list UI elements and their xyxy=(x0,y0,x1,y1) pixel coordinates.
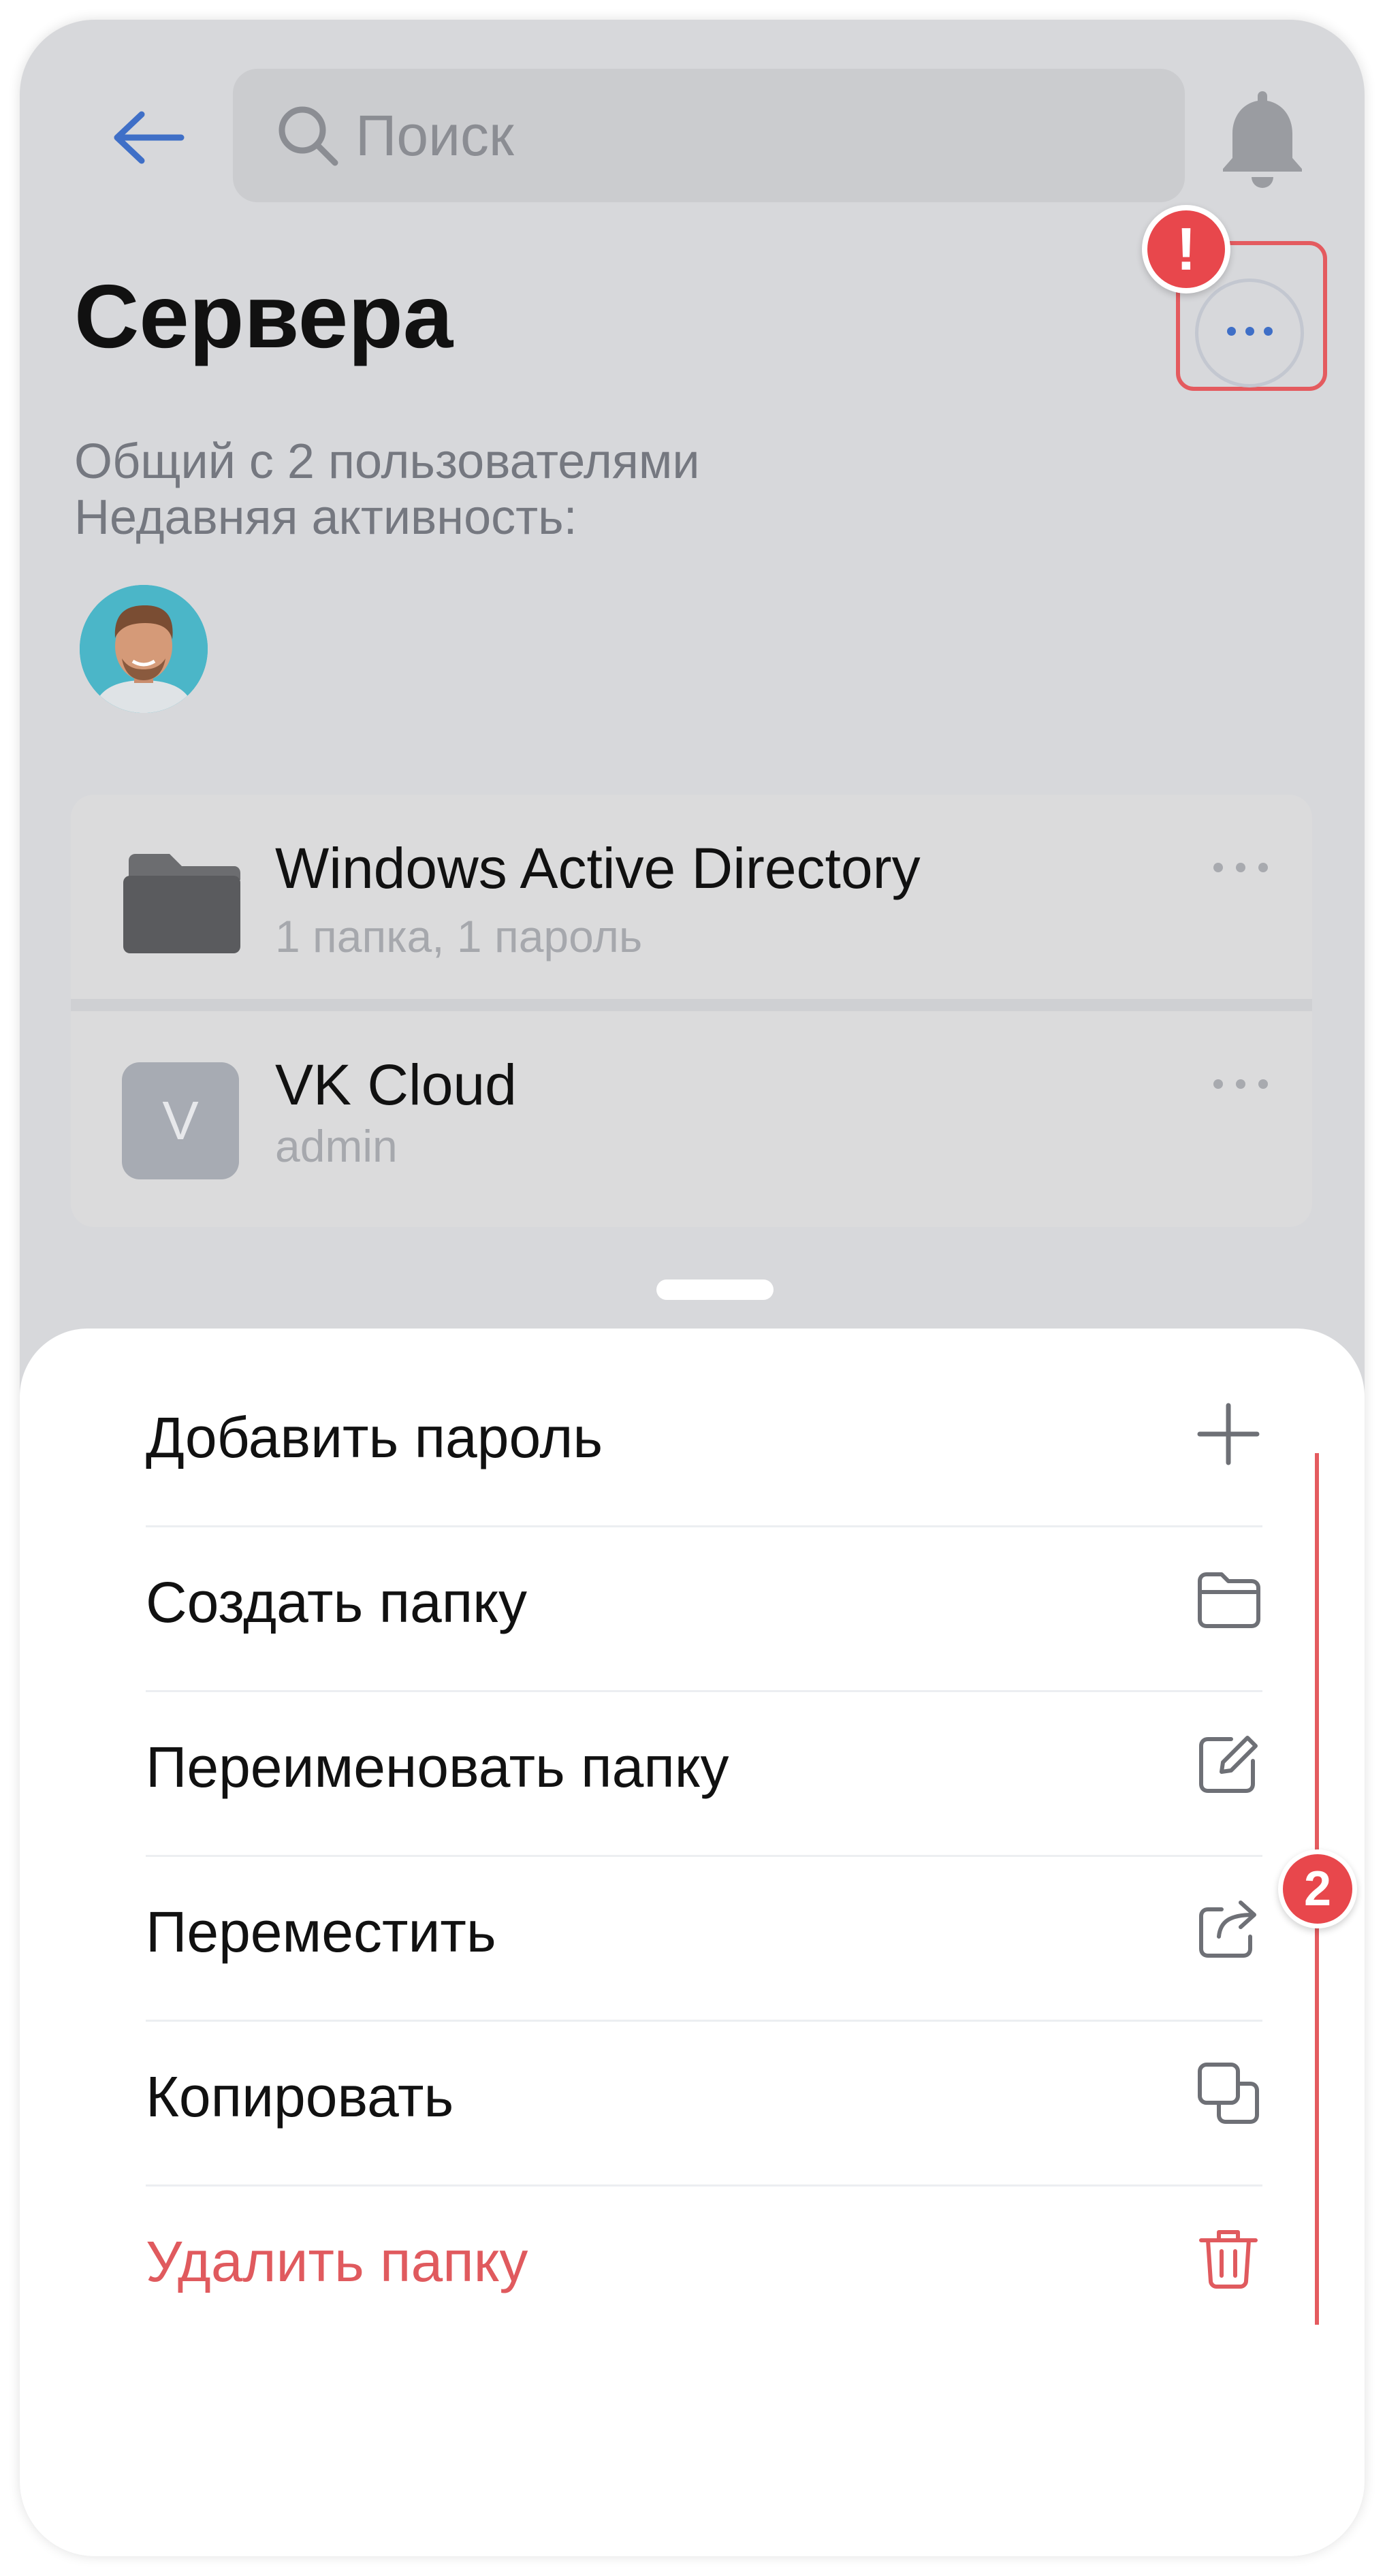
menu-item-delete-folder[interactable]: Удалить папку xyxy=(146,2187,1262,2351)
back-button[interactable] xyxy=(84,86,214,189)
item-more-icon[interactable] xyxy=(1213,1079,1268,1093)
page-title: Сервера xyxy=(74,266,453,366)
search-placeholder: Поиск xyxy=(355,103,514,168)
menu-item-add-password[interactable]: Добавить пароль xyxy=(146,1363,1262,1527)
vk-cloud-tile-icon: V xyxy=(122,1062,239,1179)
items-list: Windows Active Directory 1 папка, 1 паро… xyxy=(71,795,1312,1227)
folder-icon xyxy=(123,854,240,953)
item-more-icon[interactable] xyxy=(1213,863,1268,876)
search-icon xyxy=(278,106,338,166)
search-input[interactable]: Поиск xyxy=(233,69,1185,202)
menu-item-label: Создать папку xyxy=(146,1570,527,1634)
divider xyxy=(71,999,1312,1011)
user-photo-icon xyxy=(80,585,208,713)
share-icon xyxy=(1199,1901,1256,1958)
item-subtitle: 1 папка, 1 пароль xyxy=(275,911,643,961)
menu-item-label: Удалить папку xyxy=(146,2229,528,2293)
action-sheet: Добавить пароль Создать папку Переименов… xyxy=(20,1329,1365,2556)
shared-with-text: Общий с 2 пользователями xyxy=(74,434,700,489)
menu-item-copy[interactable]: Копировать xyxy=(146,2022,1262,2187)
menu-item-create-folder[interactable]: Создать папку xyxy=(146,1527,1262,1692)
menu-item-move[interactable]: Переместить xyxy=(146,1857,1262,2022)
menu-item-label: Добавить пароль xyxy=(146,1405,603,1469)
plus-icon xyxy=(1197,1403,1260,1465)
annotation-step-badge: 2 xyxy=(1278,1849,1357,1928)
list-item[interactable]: Windows Active Directory 1 папка, 1 паро… xyxy=(71,795,1312,999)
copy-icon xyxy=(1198,2063,1259,2124)
more-dots-icon xyxy=(1222,327,1277,339)
avatar[interactable] xyxy=(80,585,208,713)
sheet-grabber[interactable] xyxy=(656,1279,774,1300)
trash-icon xyxy=(1199,2230,1258,2289)
annotation-warning-badge: ! xyxy=(1142,205,1230,293)
arrow-left-icon xyxy=(114,111,185,164)
menu-item-label: Переименовать папку xyxy=(146,1735,729,1799)
recent-activity-label: Недавняя активность: xyxy=(74,490,577,545)
list-item[interactable]: V VK Cloud admin xyxy=(71,1011,1312,1215)
menu-item-label: Переместить xyxy=(146,1900,496,1964)
item-title: Windows Active Directory xyxy=(275,836,921,900)
menu-item-label: Копировать xyxy=(146,2065,454,2129)
item-title: VK Cloud xyxy=(275,1053,517,1117)
edit-icon xyxy=(1199,1736,1258,1793)
phone-screen: Поиск Сервера ! Общий с 2 пользователями… xyxy=(20,20,1365,2556)
more-options-button[interactable] xyxy=(1195,279,1304,387)
folder-outline-icon xyxy=(1198,1572,1260,1628)
bell-icon[interactable] xyxy=(1215,84,1310,193)
item-subtitle: admin xyxy=(275,1121,398,1171)
menu-item-rename-folder[interactable]: Переименовать папку xyxy=(146,1692,1262,1857)
